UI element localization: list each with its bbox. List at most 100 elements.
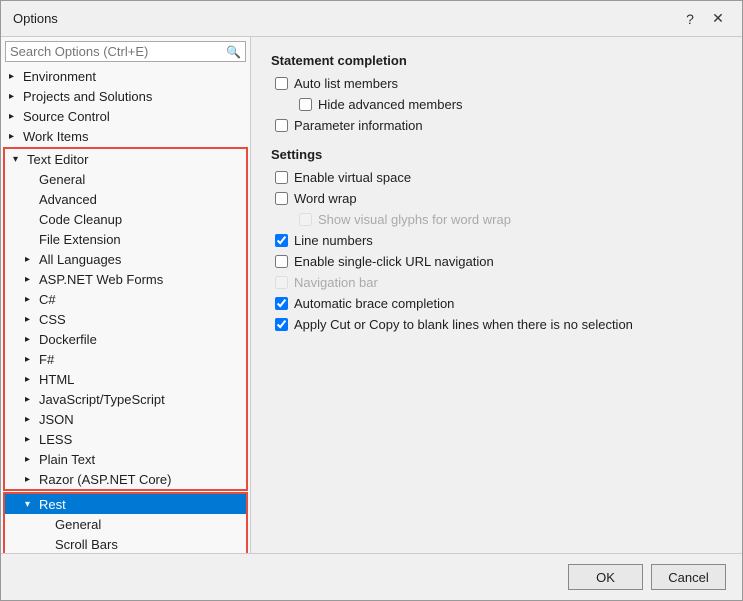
tree-item-file-extension[interactable]: File Extension (5, 229, 246, 249)
help-button[interactable]: ? (678, 8, 702, 30)
checkbox-label-line-numbers: Line numbers (294, 233, 373, 248)
tree-arrow-plain-text: ▸ (25, 454, 37, 465)
checkbox-row-parameter-info: Parameter information (271, 118, 722, 133)
tree-label-css: CSS (39, 312, 238, 327)
tree-arrow-projects: ▸ (9, 91, 21, 102)
tree-arrow-aspnet: ▸ (25, 274, 37, 285)
tree-label-csharp: C# (39, 292, 238, 307)
checkbox-row-nav-bar: Navigation bar (271, 275, 722, 290)
tree-label-projects: Projects and Solutions (23, 89, 242, 104)
tree-item-fsharp[interactable]: ▸F# (5, 349, 246, 369)
tree-arrow-environment: ▸ (9, 71, 21, 82)
tree-item-advanced[interactable]: Advanced (5, 189, 246, 209)
checkbox-label-apply-cut-copy: Apply Cut or Copy to blank lines when th… (294, 317, 633, 332)
checkbox-row-visual-glyphs: Show visual glyphs for word wrap (271, 212, 722, 227)
tree-item-less[interactable]: ▸LESS (5, 429, 246, 449)
search-input[interactable] (10, 44, 226, 59)
settings-title: Settings (271, 147, 722, 162)
dialog-footer: OK Cancel (1, 553, 742, 600)
ok-button[interactable]: OK (568, 564, 643, 590)
tree-label-general: General (39, 172, 238, 187)
statement-completion-section: Auto list members Hide advanced members Pa… (271, 76, 722, 133)
tree-item-rest[interactable]: ▾Rest (5, 494, 246, 514)
checkbox-single-click-url[interactable] (275, 255, 288, 268)
checkbox-label-single-click-url: Enable single-click URL navigation (294, 254, 494, 269)
checkbox-row-virtual-space: Enable virtual space (271, 170, 722, 185)
tree-arrow-rest: ▾ (25, 499, 37, 510)
tree-arrow-css: ▸ (25, 314, 37, 325)
tree-label-rest: Rest (39, 497, 238, 512)
tree-label-aspnet: ASP.NET Web Forms (39, 272, 238, 287)
tree-label-rest-scrollbars: Scroll Bars (55, 537, 238, 552)
tree-label-fsharp: F# (39, 352, 238, 367)
tree-item-code-cleanup[interactable]: Code Cleanup (5, 209, 246, 229)
checkbox-word-wrap[interactable] (275, 192, 288, 205)
checkbox-apply-cut-copy[interactable] (275, 318, 288, 331)
tree-arrow-dockerfile: ▸ (25, 334, 37, 345)
tree-item-projects[interactable]: ▸Projects and Solutions (1, 86, 250, 106)
checkbox-label-nav-bar: Navigation bar (294, 275, 378, 290)
tree-item-dockerfile[interactable]: ▸Dockerfile (5, 329, 246, 349)
close-button[interactable]: ✕ (706, 8, 730, 30)
settings-checkboxes: Enable virtual space Word wrap Show visual… (271, 170, 722, 332)
checkbox-auto-list[interactable] (275, 77, 288, 90)
checkbox-label-word-wrap: Word wrap (294, 191, 357, 206)
checkbox-line-numbers[interactable] (275, 234, 288, 247)
tree-arrow-work-items: ▸ (9, 131, 21, 142)
tree-arrow-less: ▸ (25, 434, 37, 445)
tree-item-css[interactable]: ▸CSS (5, 309, 246, 329)
checkbox-row-apply-cut-copy: Apply Cut or Copy to blank lines when th… (271, 317, 722, 332)
tree-item-plain-text[interactable]: ▸Plain Text (5, 449, 246, 469)
tree-item-source-control[interactable]: ▸Source Control (1, 106, 250, 126)
options-dialog: Options ? ✕ 🔍 ▸Environment▸Projects and … (0, 0, 743, 601)
cancel-button[interactable]: Cancel (651, 564, 726, 590)
tree-item-csharp[interactable]: ▸C# (5, 289, 246, 309)
tree-label-less: LESS (39, 432, 238, 447)
checkbox-auto-brace[interactable] (275, 297, 288, 310)
checkbox-label-hide-advanced: Hide advanced members (318, 97, 463, 112)
tree-item-environment[interactable]: ▸Environment (1, 66, 250, 86)
checkbox-label-visual-glyphs: Show visual glyphs for word wrap (318, 212, 511, 227)
checkbox-visual-glyphs[interactable] (299, 213, 312, 226)
checkbox-hide-advanced[interactable] (299, 98, 312, 111)
tree-item-razor[interactable]: ▸Razor (ASP.NET Core) (5, 469, 246, 489)
checkbox-row-auto-brace: Automatic brace completion (271, 296, 722, 311)
checkbox-row-hide-advanced: Hide advanced members (271, 97, 722, 112)
dialog-body: 🔍 ▸Environment▸Projects and Solutions▸So… (1, 37, 742, 553)
tree-arrow-html: ▸ (25, 374, 37, 385)
tree-arrow-csharp: ▸ (25, 294, 37, 305)
tree-label-json: JSON (39, 412, 238, 427)
tree-item-rest-general[interactable]: General (5, 514, 246, 534)
checkbox-row-single-click-url: Enable single-click URL navigation (271, 254, 722, 269)
tree-arrow-text-editor: ▾ (13, 154, 25, 165)
tree-item-text-editor[interactable]: ▾Text Editor (5, 149, 246, 169)
tree-item-work-items[interactable]: ▸Work Items (1, 126, 250, 146)
left-panel: 🔍 ▸Environment▸Projects and Solutions▸So… (1, 37, 251, 553)
tree-item-all-languages[interactable]: ▸All Languages (5, 249, 246, 269)
checkbox-nav-bar[interactable] (275, 276, 288, 289)
search-icon: 🔍 (226, 45, 241, 59)
tree-label-work-items: Work Items (23, 129, 242, 144)
checkbox-label-auto-brace: Automatic brace completion (294, 296, 454, 311)
tree-item-rest-scrollbars[interactable]: Scroll Bars (5, 534, 246, 553)
tree-label-html: HTML (39, 372, 238, 387)
tree-item-javascript[interactable]: ▸JavaScript/TypeScript (5, 389, 246, 409)
checkbox-label-auto-list: Auto list members (294, 76, 398, 91)
tree-item-general[interactable]: General (5, 169, 246, 189)
tree-label-javascript: JavaScript/TypeScript (39, 392, 238, 407)
tree-item-aspnet[interactable]: ▸ASP.NET Web Forms (5, 269, 246, 289)
settings-section: Settings Enable virtual space Word wrap Sh… (271, 147, 722, 332)
tree-label-environment: Environment (23, 69, 242, 84)
title-bar-buttons: ? ✕ (678, 8, 730, 30)
title-bar: Options ? ✕ (1, 1, 742, 37)
tree-item-json[interactable]: ▸JSON (5, 409, 246, 429)
tree-label-text-editor: Text Editor (27, 152, 238, 167)
tree-label-file-extension: File Extension (39, 232, 238, 247)
checkbox-parameter-info[interactable] (275, 119, 288, 132)
statement-completion-title: Statement completion (271, 53, 722, 68)
tree-label-code-cleanup: Code Cleanup (39, 212, 238, 227)
checkbox-virtual-space[interactable] (275, 171, 288, 184)
tree-item-html[interactable]: ▸HTML (5, 369, 246, 389)
checkbox-label-virtual-space: Enable virtual space (294, 170, 411, 185)
tree-arrow-fsharp: ▸ (25, 354, 37, 365)
